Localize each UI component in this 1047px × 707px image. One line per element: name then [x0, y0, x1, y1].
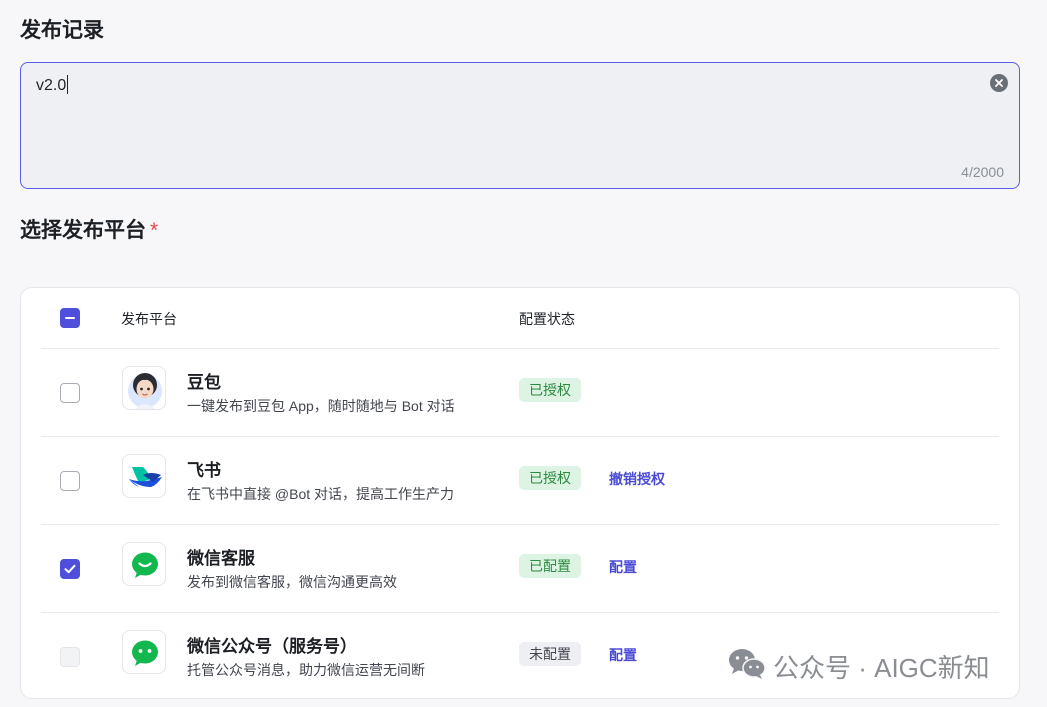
wechat-service-icon	[122, 542, 166, 586]
clear-icon[interactable]	[990, 74, 1008, 92]
row-checkbox-wechat-service[interactable]	[60, 559, 80, 579]
table-row-doubao: 豆包 一键发布到豆包 App，随时随地与 Bot 对话 已授权	[41, 349, 999, 437]
platform-desc: 发布到微信客服，微信沟通更高效	[187, 574, 397, 590]
status-badge: 已授权	[519, 378, 581, 402]
release-notes-textarea[interactable]: v2.0 4/2000	[20, 62, 1020, 189]
platform-name: 飞书	[187, 461, 221, 480]
section-title-select-platform: 选择发布平台 *	[20, 219, 159, 242]
status-badge: 已配置	[519, 554, 581, 578]
watermark-text: 公众号 · AIGC新知	[773, 653, 990, 683]
platform-name: 豆包	[187, 373, 221, 392]
row-checkbox-wechat-official[interactable]	[60, 647, 80, 667]
row-checkbox-feishu[interactable]	[60, 471, 80, 491]
header-platform: 发布平台	[121, 311, 177, 327]
platform-name: 微信公众号（服务号）	[187, 637, 357, 656]
table-header: 发布平台 配置状态	[41, 288, 999, 349]
required-mark: *	[150, 219, 159, 242]
configure-link[interactable]: 配置	[609, 557, 637, 577]
select-all-checkbox[interactable]	[60, 308, 80, 328]
header-status: 配置状态	[519, 311, 575, 327]
row-checkbox-doubao[interactable]	[60, 383, 80, 403]
section-title-release-record: 发布记录	[20, 19, 104, 42]
feishu-logo-icon	[122, 454, 166, 498]
doubao-avatar-icon	[122, 366, 166, 410]
platform-desc: 托管公众号消息，助力微信运营无间断	[187, 662, 425, 678]
status-badge: 已授权	[519, 466, 581, 490]
platform-desc: 一键发布到豆包 App，随时随地与 Bot 对话	[187, 398, 455, 414]
char-counter: 4/2000	[961, 164, 1004, 180]
table-row-feishu: 飞书 在飞书中直接 @Bot 对话，提高工作生产力 已授权 撤销授权	[41, 437, 999, 525]
wechat-watermark-icon	[729, 649, 766, 679]
table-row-wechat-service: 微信客服 发布到微信客服，微信沟通更高效 已配置 配置	[41, 525, 999, 613]
wechat-official-icon	[122, 630, 166, 674]
platform-name: 微信客服	[187, 549, 255, 568]
revoke-auth-link[interactable]: 撤销授权	[609, 469, 665, 489]
platform-table: 发布平台 配置状态 豆包 一键发布到豆包 App，随时随地与 Bot 对话 已授…	[20, 287, 1020, 699]
platform-desc: 在飞书中直接 @Bot 对话，提高工作生产力	[187, 486, 455, 502]
configure-link[interactable]: 配置	[609, 645, 637, 665]
status-badge: 未配置	[519, 642, 581, 666]
release-notes-value: v2.0	[36, 75, 69, 94]
